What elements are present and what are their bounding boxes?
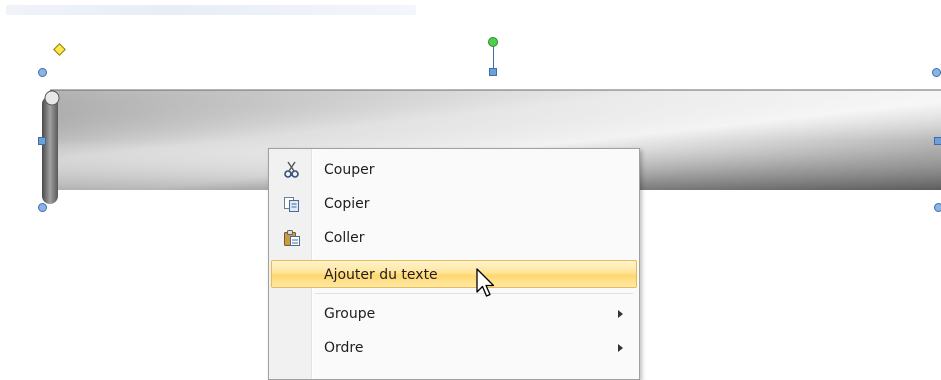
menu-item-label: Couper	[324, 162, 375, 178]
menu-item-groupe[interactable]: Groupe	[271, 299, 637, 327]
menu-item-label: Copier	[324, 196, 370, 212]
resize-handle-top-right[interactable]	[932, 68, 941, 77]
menu-item-label: Ajouter du texte	[324, 267, 438, 283]
scissors-icon	[284, 161, 299, 178]
resize-handle-left[interactable]	[38, 137, 46, 145]
rotation-handle-stem	[493, 44, 494, 68]
rotation-handle[interactable]	[488, 37, 498, 47]
menu-item-coller[interactable]: Coller	[271, 223, 637, 251]
context-menu: Couper Copier Coller Ajouter du texte Gr…	[268, 148, 640, 380]
adjustment-handle[interactable]	[53, 43, 66, 56]
resize-handle-top-left[interactable]	[38, 68, 47, 77]
mouse-pointer-icon	[476, 268, 495, 297]
resize-handle-right[interactable]	[934, 137, 941, 145]
menu-item-label: Coller	[324, 230, 365, 246]
paste-icon	[284, 230, 300, 246]
menu-item-ajouter-du-texte[interactable]: Ajouter du texte	[271, 260, 637, 288]
menu-item-label: Groupe	[324, 306, 376, 322]
copy-icon	[284, 197, 299, 212]
resize-handle-bottom-right[interactable]	[934, 203, 941, 212]
submenu-arrow-icon	[618, 310, 623, 318]
submenu-arrow-icon	[618, 344, 623, 352]
menu-item-label: Ordre	[324, 340, 364, 356]
resize-handle-bottom-left[interactable]	[38, 203, 47, 212]
blurred-text-line	[6, 5, 416, 15]
menu-item-ordre[interactable]: Ordre	[271, 333, 637, 361]
menu-item-couper[interactable]: Couper	[271, 155, 637, 183]
menu-separator	[315, 293, 633, 294]
menu-item-copier[interactable]: Copier	[271, 189, 637, 217]
resize-handle-top[interactable]	[489, 68, 497, 76]
